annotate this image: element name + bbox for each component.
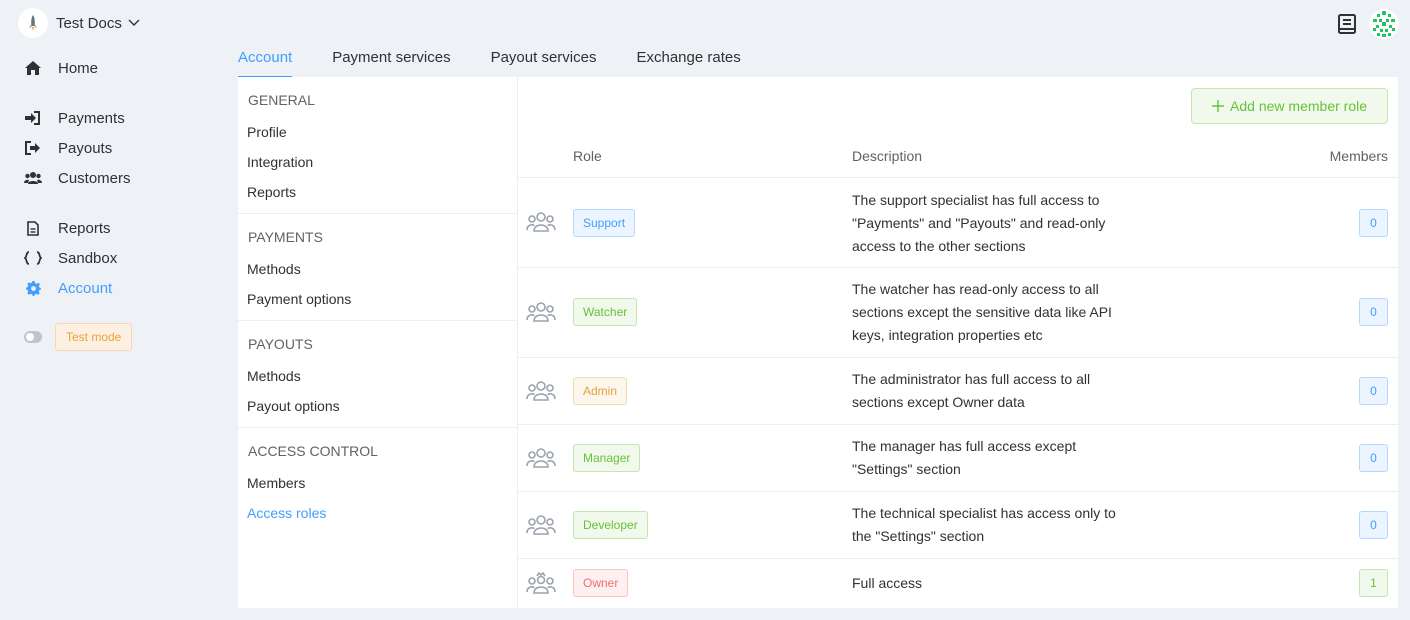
sign-in-icon bbox=[24, 109, 42, 127]
organization-switcher[interactable]: Test Docs bbox=[18, 8, 140, 38]
sign-out-icon bbox=[24, 139, 42, 157]
role-description: The administrator has full access to all… bbox=[852, 371, 1091, 410]
members-count-badge[interactable]: 0 bbox=[1359, 298, 1388, 326]
content-panel: GENERAL Profile Integration Reports PAYM… bbox=[238, 77, 1398, 608]
sidebar-item-label: Payouts bbox=[58, 139, 113, 157]
submenu-heading: PAYOUTS bbox=[248, 336, 313, 352]
file-icon bbox=[24, 219, 42, 237]
docs-book-icon[interactable] bbox=[1336, 13, 1358, 35]
user-avatar[interactable] bbox=[1368, 8, 1400, 40]
role-description: Full access bbox=[852, 575, 923, 591]
settings-tabs: Account Payment services Payout services… bbox=[238, 44, 741, 78]
user-group-icon bbox=[526, 212, 556, 232]
user-group-crown-icon bbox=[526, 572, 556, 594]
members-count-badge[interactable]: 0 bbox=[1359, 377, 1388, 405]
submenu-item-members[interactable]: Members bbox=[238, 468, 517, 498]
submenu-item-payment-options[interactable]: Payment options bbox=[238, 284, 517, 314]
sidebar-item-label: Reports bbox=[58, 219, 111, 237]
rocket-logo-icon bbox=[18, 8, 48, 38]
role-tag: Developer bbox=[573, 511, 648, 539]
submenu-item-reports[interactable]: Reports bbox=[238, 177, 517, 207]
table-row[interactable]: Developer The technical specialist has a… bbox=[518, 492, 1398, 559]
add-member-role-button[interactable]: Add new member role bbox=[1191, 88, 1388, 124]
sidebar-item-account[interactable]: Account bbox=[24, 273, 214, 303]
sidebar-item-sandbox[interactable]: Sandbox bbox=[24, 243, 214, 273]
users-icon bbox=[24, 169, 42, 187]
column-header-description: Description bbox=[852, 148, 923, 164]
role-description: The support specialist has full access t… bbox=[852, 192, 1106, 254]
account-submenu: GENERAL Profile Integration Reports PAYM… bbox=[238, 77, 518, 608]
code-braces-icon bbox=[24, 249, 42, 267]
sidebar-item-label: Home bbox=[58, 59, 99, 77]
role-description: The technical specialist has access only… bbox=[852, 505, 1116, 544]
sidebar-item-payments[interactable]: Payments bbox=[24, 103, 214, 133]
organization-name: Test Docs bbox=[56, 14, 122, 32]
submenu-group-payments: PAYMENTS Methods Payment options bbox=[238, 214, 517, 321]
table-row[interactable]: Manager The manager has full access exce… bbox=[518, 425, 1398, 492]
sidebar-item-label: Sandbox bbox=[58, 249, 118, 267]
add-member-role-label: Add new member role bbox=[1230, 98, 1367, 114]
table-row[interactable]: Watcher The watcher has read-only access… bbox=[518, 268, 1398, 358]
chevron-down-icon bbox=[128, 19, 140, 26]
role-tag: Admin bbox=[573, 377, 628, 405]
members-count-badge[interactable]: 0 bbox=[1359, 511, 1388, 539]
sidebar-nav: Home Payments Payouts Customers Reports … bbox=[24, 53, 214, 351]
tab-account[interactable]: Account bbox=[238, 44, 293, 78]
role-tag: Owner bbox=[573, 569, 629, 597]
table-header: Role Description Members bbox=[518, 137, 1398, 178]
role-description: The watcher has read-only access to all … bbox=[852, 281, 1112, 343]
members-count-badge[interactable]: 1 bbox=[1359, 569, 1388, 597]
submenu-group-access-control: ACCESS CONTROL Members Access roles bbox=[238, 428, 517, 534]
test-mode-badge: Test mode bbox=[55, 323, 133, 351]
column-header-role: Role bbox=[573, 148, 602, 164]
submenu-heading: GENERAL bbox=[248, 92, 315, 108]
sidebar-item-label: Account bbox=[58, 279, 113, 297]
user-group-icon bbox=[526, 515, 556, 535]
gear-icon bbox=[24, 279, 42, 297]
tab-payment-services[interactable]: Payment services bbox=[332, 44, 450, 78]
sidebar-item-label: Payments bbox=[58, 109, 125, 127]
test-mode-toggle[interactable] bbox=[24, 331, 42, 343]
sidebar-item-label: Customers bbox=[58, 169, 131, 187]
submenu-group-general: GENERAL Profile Integration Reports bbox=[238, 77, 517, 214]
user-group-icon bbox=[526, 381, 556, 401]
tab-payout-services[interactable]: Payout services bbox=[491, 44, 597, 78]
table-row[interactable]: Admin The administrator has full access … bbox=[518, 358, 1398, 425]
table-row[interactable]: Support The support specialist has full … bbox=[518, 178, 1398, 268]
submenu-heading: ACCESS CONTROL bbox=[248, 443, 378, 459]
role-tag: Watcher bbox=[573, 298, 638, 326]
user-group-icon bbox=[526, 448, 556, 468]
role-tag: Support bbox=[573, 209, 636, 237]
sidebar-item-payouts[interactable]: Payouts bbox=[24, 133, 214, 163]
submenu-group-payouts: PAYOUTS Methods Payout options bbox=[238, 321, 517, 428]
members-count-badge[interactable]: 0 bbox=[1359, 209, 1388, 237]
tab-exchange-rates[interactable]: Exchange rates bbox=[636, 44, 740, 78]
column-header-members: Members bbox=[1329, 148, 1388, 164]
submenu-item-access-roles[interactable]: Access roles bbox=[238, 498, 517, 528]
sidebar-item-customers[interactable]: Customers bbox=[24, 163, 214, 193]
submenu-item-payment-methods[interactable]: Methods bbox=[238, 254, 517, 284]
members-count-badge[interactable]: 0 bbox=[1359, 444, 1388, 472]
table-row[interactable]: Owner Full access 1 bbox=[518, 559, 1398, 608]
roles-table-area: Add new member role Role Description Mem… bbox=[518, 77, 1398, 608]
submenu-item-profile[interactable]: Profile bbox=[238, 117, 517, 147]
home-icon bbox=[24, 59, 42, 77]
role-tag: Manager bbox=[573, 444, 641, 472]
role-description: The manager has full access except "Sett… bbox=[852, 438, 1077, 477]
plus-icon bbox=[1212, 100, 1225, 112]
submenu-item-payout-methods[interactable]: Methods bbox=[238, 361, 517, 391]
submenu-item-payout-options[interactable]: Payout options bbox=[238, 391, 517, 421]
sidebar-item-home[interactable]: Home bbox=[24, 53, 214, 83]
sidebar-item-reports[interactable]: Reports bbox=[24, 213, 214, 243]
submenu-heading: PAYMENTS bbox=[248, 229, 323, 245]
submenu-item-integration[interactable]: Integration bbox=[238, 147, 517, 177]
user-group-icon bbox=[526, 302, 556, 322]
